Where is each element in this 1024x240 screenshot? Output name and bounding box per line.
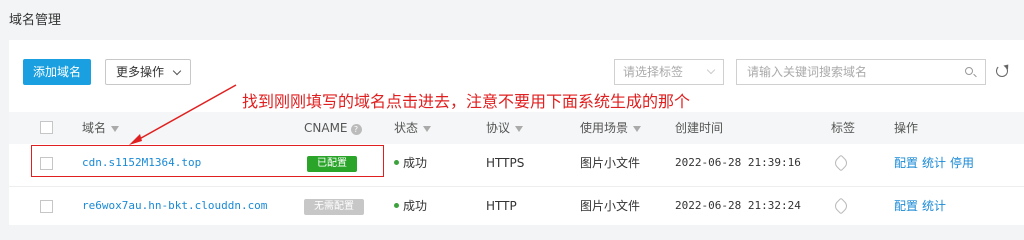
highlight-box xyxy=(31,145,384,177)
chevron-down-icon xyxy=(172,66,182,76)
filter-icon[interactable] xyxy=(515,126,524,132)
disable-link[interactable]: 停用 xyxy=(950,144,974,182)
header-created: 创建时间 xyxy=(675,121,724,135)
tag-select[interactable]: 请选择标签 xyxy=(614,59,724,85)
scenario-cell: 图片小文件 xyxy=(580,156,641,170)
refresh-icon[interactable] xyxy=(996,65,1008,77)
header-protocol: 协议 xyxy=(486,112,524,144)
status-dot xyxy=(394,160,399,165)
tag-icon[interactable] xyxy=(832,197,850,215)
domain-link[interactable]: re6wox7au.hn-bkt.clouddn.com xyxy=(82,187,267,225)
help-icon[interactable]: ? xyxy=(350,124,362,135)
search-input[interactable]: 请输入关键词搜索域名 xyxy=(736,59,986,85)
created-cell: 2022-06-28 21:32:24 xyxy=(675,199,801,212)
search-icon[interactable] xyxy=(965,67,973,75)
config-link[interactable]: 配置 xyxy=(894,144,918,182)
cname-badge: 无需配置 xyxy=(304,199,364,215)
search-placeholder: 请输入关键词搜索域名 xyxy=(747,65,868,79)
protocol-cell: HTTP xyxy=(486,199,517,213)
header-status: 状态 xyxy=(394,112,432,144)
table-header: 域名 CNAME? 状态 协议 使用场景 创建时间 标签 操作 xyxy=(9,112,1024,144)
chevron-down-icon xyxy=(706,65,716,75)
filter-icon[interactable] xyxy=(111,126,120,132)
stats-link[interactable]: 统计 xyxy=(922,187,946,225)
domain-panel: 添加域名 更多操作 请选择标签 请输入关键词搜索域名 域名 CNAME? 状态 … xyxy=(9,40,1024,225)
header-cname: CNAME? xyxy=(304,112,362,144)
status-cell: 成功 xyxy=(394,187,427,225)
add-domain-button[interactable]: 添加域名 xyxy=(23,59,91,85)
filter-icon[interactable] xyxy=(633,126,642,132)
row-checkbox[interactable] xyxy=(40,200,53,213)
tag-select-placeholder: 请选择标签 xyxy=(623,65,684,79)
tag-icon[interactable] xyxy=(832,154,850,172)
more-actions-label: 更多操作 xyxy=(116,65,165,79)
status-dot xyxy=(394,203,399,208)
table-row: re6wox7au.hn-bkt.clouddn.com 无需配置 成功 HTT… xyxy=(9,186,1024,224)
header-actions: 操作 xyxy=(894,121,919,135)
filter-icon[interactable] xyxy=(423,126,432,132)
stats-link[interactable]: 统计 xyxy=(922,144,946,182)
more-actions-button[interactable]: 更多操作 xyxy=(105,59,191,85)
status-cell: 成功 xyxy=(394,144,427,182)
annotation-text: 找到刚刚填写的域名点击进去，注意不要用下面系统生成的那个 xyxy=(242,92,691,111)
page-title: 域名管理 xyxy=(9,13,62,28)
scenario-cell: 图片小文件 xyxy=(580,199,641,213)
protocol-cell: HTTPS xyxy=(486,156,525,170)
created-cell: 2022-06-28 21:39:16 xyxy=(675,156,801,169)
config-link[interactable]: 配置 xyxy=(894,187,918,225)
select-all-checkbox[interactable] xyxy=(40,121,53,134)
header-scenario: 使用场景 xyxy=(580,112,642,144)
header-tags: 标签 xyxy=(831,121,856,135)
header-domain: 域名 xyxy=(82,112,120,144)
